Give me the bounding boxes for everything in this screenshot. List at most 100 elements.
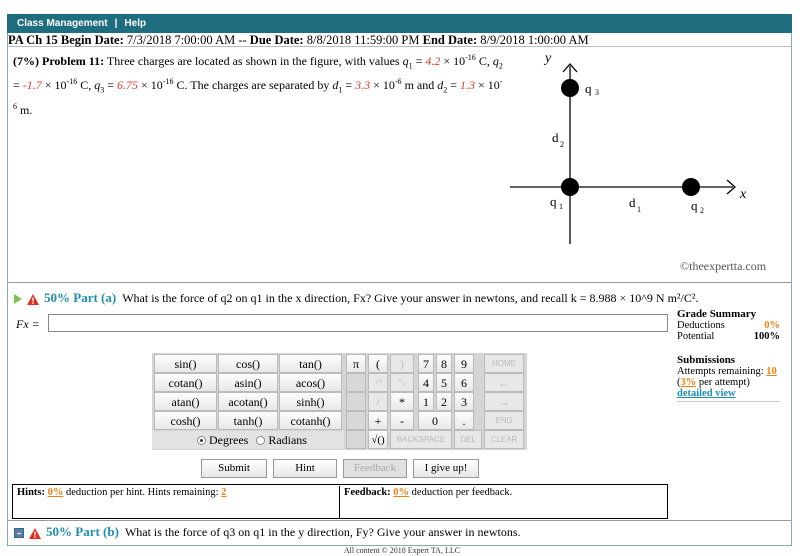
give-up-button[interactable]: I give up! bbox=[413, 459, 479, 478]
end-label: End Date: bbox=[422, 33, 478, 47]
digit-0-button[interactable]: 0 bbox=[418, 411, 452, 430]
q3-value: 6.75 bbox=[117, 78, 139, 93]
help-link[interactable]: Help bbox=[124, 18, 146, 29]
digit-7-button[interactable]: 7 bbox=[418, 354, 434, 373]
backspace-button[interactable]: BACKSPACE bbox=[390, 430, 452, 449]
cotan-button[interactable]: cotan() bbox=[154, 373, 217, 392]
svg-text:2: 2 bbox=[560, 140, 564, 149]
part-a-header: 50% Part (a) What is the force of q2 on … bbox=[14, 290, 774, 306]
submissions-title: Submissions bbox=[677, 354, 736, 366]
blank-key bbox=[346, 430, 366, 449]
radians-label: Radians bbox=[268, 432, 307, 447]
due-label: Due Date: bbox=[249, 33, 304, 47]
feedback-label: Feedback: bbox=[344, 487, 391, 498]
attempts-label: Attempts remaining: bbox=[677, 366, 764, 377]
separation-text: The charges are separated by bbox=[190, 78, 330, 93]
end-button[interactable]: END bbox=[484, 411, 524, 430]
degrees-radio[interactable] bbox=[197, 435, 206, 445]
collapse-icon[interactable] bbox=[14, 528, 24, 539]
x-axis-label: x bbox=[739, 187, 747, 202]
d2-value: 1.3 bbox=[460, 78, 476, 93]
rparen-button[interactable]: ) bbox=[390, 354, 414, 373]
right-arrow-button[interactable]: → bbox=[484, 392, 524, 411]
answer-input[interactable] bbox=[48, 314, 668, 332]
expand-triangle-icon[interactable] bbox=[14, 294, 22, 305]
q1-label: q bbox=[550, 194, 557, 209]
attempts-value: 10 bbox=[766, 366, 777, 377]
digit-6-button[interactable]: 6 bbox=[454, 373, 474, 392]
problem-weight: (7%) Problem 11: bbox=[13, 54, 105, 68]
q2-value: -1.7 bbox=[22, 78, 42, 93]
cotanh-button[interactable]: cotanh() bbox=[279, 411, 342, 430]
down-caret-button[interactable]: ^↓ bbox=[390, 373, 414, 392]
class-management-link[interactable]: Class Management bbox=[17, 18, 108, 29]
radians-radio[interactable] bbox=[256, 435, 266, 445]
home-button[interactable]: HOME bbox=[484, 354, 524, 373]
up-caret-button[interactable]: ↑^ bbox=[368, 373, 388, 392]
lparen-button[interactable]: ( bbox=[368, 354, 388, 373]
deductions-value: 0% bbox=[764, 320, 780, 331]
hint-button[interactable]: Hint bbox=[273, 459, 337, 478]
q1-value: 4.2 bbox=[425, 54, 441, 68]
charge-q2 bbox=[682, 178, 700, 196]
problem-statement: (7%) Problem 11: Three charges are locat… bbox=[13, 53, 503, 117]
hints-remaining: 2 bbox=[221, 487, 227, 498]
sqrt-button[interactable]: √() bbox=[368, 430, 388, 449]
part-a-percent: 50% Part (a) bbox=[44, 290, 117, 305]
submit-button[interactable]: Submit bbox=[201, 459, 267, 478]
cos-button[interactable]: cos() bbox=[218, 354, 278, 373]
digit-3-button[interactable]: 3 bbox=[454, 392, 474, 411]
plus-button[interactable]: + bbox=[368, 411, 388, 430]
minus-button[interactable]: - bbox=[390, 411, 414, 430]
tan-button[interactable]: tan() bbox=[279, 354, 342, 373]
assignment-dates: PA Ch 15 Begin Date: 7/3/2018 7:00:00 AM… bbox=[8, 33, 791, 47]
dash: -- bbox=[238, 33, 247, 47]
deductions-label: Deductions bbox=[677, 320, 725, 331]
d1-value: 3.3 bbox=[355, 78, 371, 93]
digit-8-button[interactable]: 8 bbox=[436, 354, 452, 373]
problem-intro: Three charges are located as shown in th… bbox=[106, 54, 400, 68]
blank-key bbox=[346, 392, 366, 411]
hint-feedback-bar: Hints: 0% deduction per hint. Hints rema… bbox=[12, 484, 668, 519]
left-arrow-button[interactable]: ← bbox=[484, 373, 524, 392]
tanh-button[interactable]: tanh() bbox=[218, 411, 278, 430]
feedback-text: deduction per feedback. bbox=[411, 487, 513, 498]
digit-4-button[interactable]: 4 bbox=[418, 373, 434, 392]
cosh-button[interactable]: cosh() bbox=[154, 411, 217, 430]
top-nav: Class Management | Help bbox=[7, 14, 792, 33]
per-attempt-pct: 3% bbox=[680, 377, 697, 388]
degrees-label: Degrees bbox=[209, 432, 249, 447]
begin-label: Begin Date: bbox=[60, 33, 124, 47]
hints-label: Hints: bbox=[17, 487, 46, 498]
decimal-button[interactable]: . bbox=[454, 411, 474, 430]
atan-button[interactable]: atan() bbox=[154, 392, 217, 411]
svg-text:3: 3 bbox=[595, 88, 599, 97]
part-b-percent: 50% Part (b) bbox=[46, 524, 119, 539]
clear-button[interactable]: CLEAR bbox=[484, 430, 524, 449]
divider bbox=[8, 282, 791, 283]
sinh-button[interactable]: sinh() bbox=[279, 392, 342, 411]
feedback-button[interactable]: Feedback bbox=[343, 459, 407, 478]
digit-9-button[interactable]: 9 bbox=[454, 354, 474, 373]
nav-separator: | bbox=[114, 18, 118, 29]
acotan-button[interactable]: acotan() bbox=[218, 392, 278, 411]
digit-1-button[interactable]: 1 bbox=[418, 392, 434, 411]
digit-5-button[interactable]: 5 bbox=[436, 373, 452, 392]
pi-button[interactable]: π bbox=[346, 354, 366, 373]
charge-q3 bbox=[561, 79, 579, 97]
detailed-view-link[interactable]: detailed view bbox=[677, 388, 736, 399]
part-b-header: 50% Part (b) What is the force of q3 on … bbox=[14, 524, 774, 540]
warning-icon bbox=[27, 293, 39, 305]
sin-button[interactable]: sin() bbox=[154, 354, 217, 373]
end-date: 8/9/2018 1:00:00 AM bbox=[480, 33, 589, 47]
charges-figure: y x q 3 q 1 q 2 d 2 d 1 bbox=[510, 51, 747, 244]
asin-button[interactable]: asin() bbox=[218, 373, 278, 392]
d2-label: d bbox=[552, 130, 559, 145]
del-button[interactable]: DEL bbox=[454, 430, 482, 449]
times-button[interactable]: * bbox=[390, 392, 414, 411]
divide-button[interactable]: / bbox=[368, 392, 388, 411]
digit-2-button[interactable]: 2 bbox=[436, 392, 452, 411]
svg-text:1: 1 bbox=[637, 205, 641, 214]
acos-button[interactable]: acos() bbox=[279, 373, 342, 392]
course-name: PA Ch 15 bbox=[8, 33, 58, 47]
